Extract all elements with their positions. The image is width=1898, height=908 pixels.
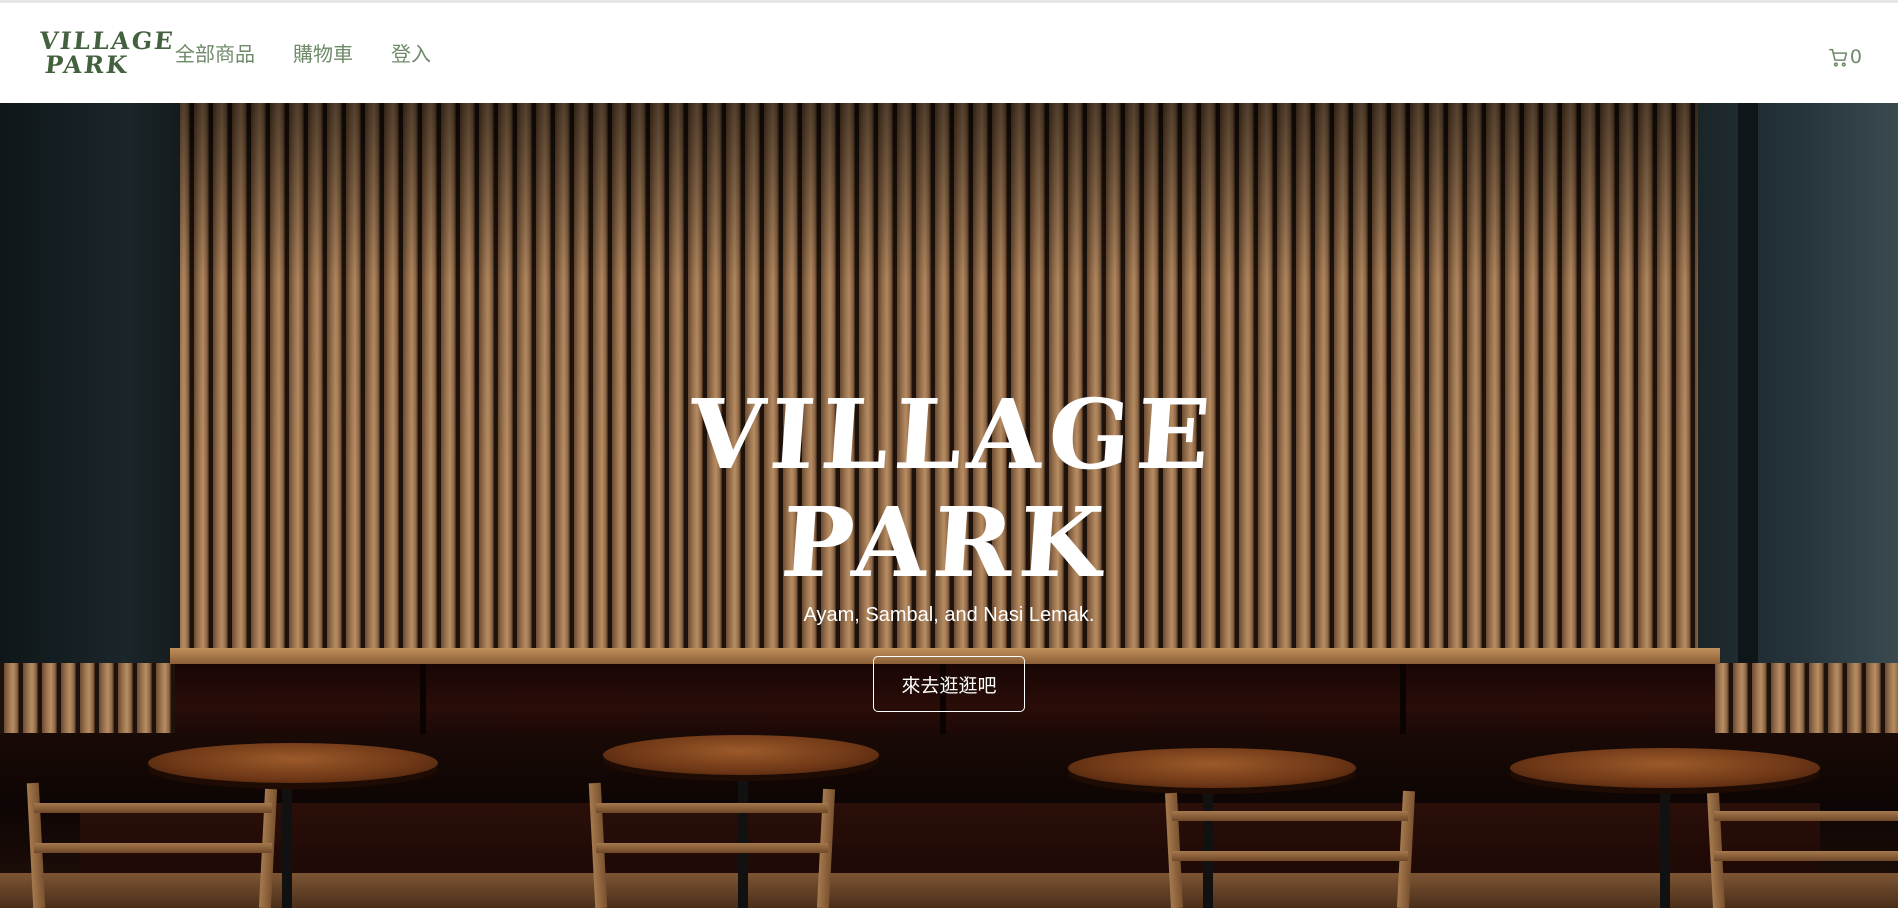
nav-link-cart[interactable]: 購物車 — [293, 41, 353, 67]
hero-chair — [34, 843, 272, 853]
brand-logo[interactable]: VILLAGE PARK — [35, 26, 176, 81]
cart-icon — [1828, 48, 1848, 67]
hero-subtitle: Ayam, Sambal, and Nasi Lemak. — [803, 604, 1095, 626]
hero-title: VILLAGE PARK — [0, 378, 1898, 599]
hero-chair — [596, 843, 828, 853]
cart-count: 0 — [1849, 46, 1862, 68]
hero-banner: VILLAGE PARK — [0, 103, 1898, 908]
hero-title-line-2: PARK — [777, 486, 1113, 599]
hero-table — [1510, 748, 1820, 788]
hero-chair — [1714, 811, 1898, 821]
logo-line-2: PARK — [43, 50, 131, 79]
hero-table — [603, 735, 879, 775]
hero-table — [148, 743, 438, 783]
hero-chair — [1714, 851, 1898, 861]
hero-chair — [1172, 851, 1408, 861]
cart-button[interactable]: 0 — [1828, 46, 1862, 68]
hero-table-leg — [738, 753, 748, 908]
hero-chair — [34, 803, 272, 813]
nav-links: 全部商品 購物車 登入 — [175, 41, 431, 67]
shop-now-button[interactable]: 來去逛逛吧 — [873, 656, 1025, 712]
hero-table — [1068, 748, 1356, 788]
hero-chair — [596, 803, 828, 813]
navbar: VILLAGE PARK 全部商品 購物車 登入 0 — [0, 3, 1898, 103]
hero-chair — [1172, 811, 1408, 821]
hero-bench-seam — [420, 664, 426, 734]
nav-link-all-products[interactable]: 全部商品 — [175, 41, 255, 67]
nav-link-login[interactable]: 登入 — [391, 41, 431, 67]
hero-bench-seam — [1400, 664, 1406, 734]
hero-title-line-1: VILLAGE — [685, 378, 1220, 491]
